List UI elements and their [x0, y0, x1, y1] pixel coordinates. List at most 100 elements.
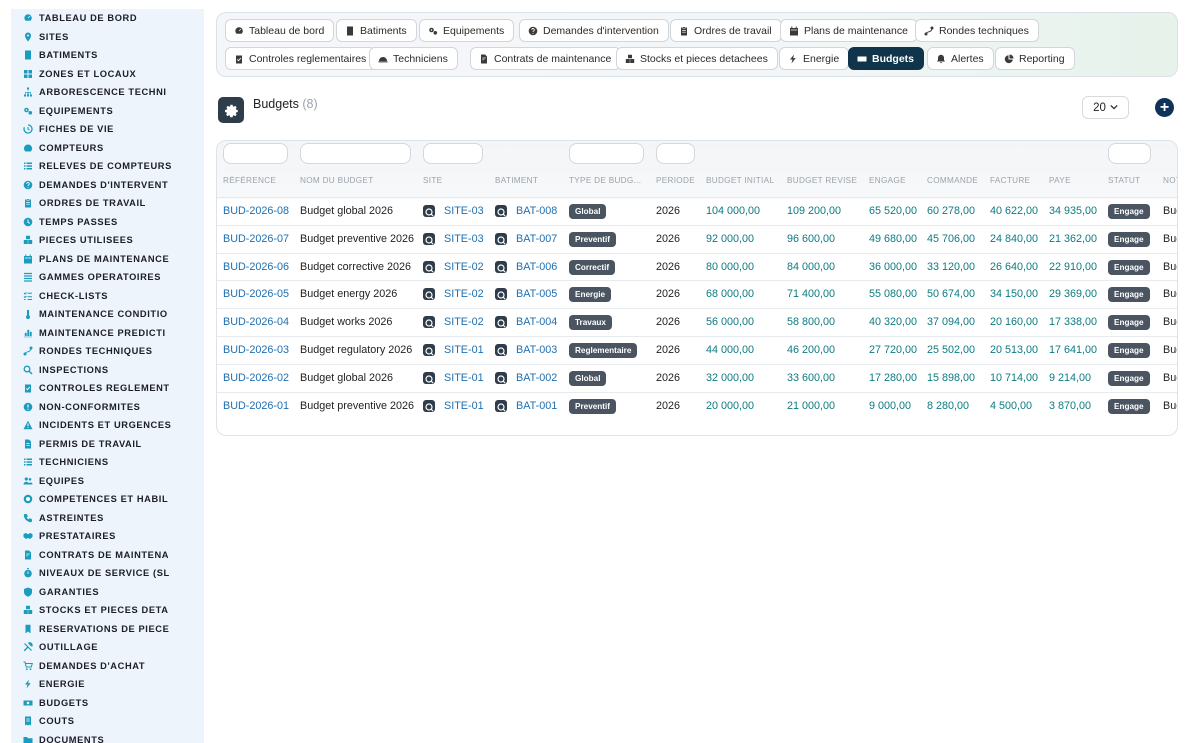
sidebar-item-demandes-d-intervent[interactable]: DEMANDES D'INTERVENT [11, 176, 204, 195]
sidebar-item-budgets[interactable]: BUDGETS [11, 694, 204, 713]
column-header[interactable]: FACTURE [990, 176, 1030, 185]
budget-reference-link[interactable]: BUD-2026-01 [223, 400, 289, 412]
table-row[interactable]: BUD-2026-02 Budget global 2026 SITE-01 BAT-… [217, 363, 1177, 392]
column-header[interactable]: PERIODE [656, 176, 695, 185]
column-header[interactable]: NOM DU BUDGET [300, 176, 374, 185]
sidebar-item-pieces-utilisees[interactable]: PIECES UTILISEES [11, 231, 204, 250]
column-header[interactable]: COMMANDE [927, 176, 978, 185]
sidebar-item-contrats-de-maintena[interactable]: CONTRATS DE MAINTENA [11, 546, 204, 565]
tab-demandes-d-intervention[interactable]: Demandes d'intervention [519, 19, 669, 42]
building-link[interactable]: BAT-007 [516, 233, 557, 245]
building-link[interactable]: BAT-004 [516, 316, 557, 328]
budget-reference-link[interactable]: BUD-2026-07 [223, 233, 289, 245]
sidebar-item-releves-de-compteurs[interactable]: RELEVES DE COMPTEURS [11, 157, 204, 176]
site-link[interactable]: SITE-01 [444, 344, 484, 356]
sidebar-item-inspections[interactable]: INSPECTIONS [11, 361, 204, 380]
sidebar-item-ordres-de-travail[interactable]: ORDRES DE TRAVAIL [11, 194, 204, 213]
table-row[interactable]: BUD-2026-05 Budget energy 2026 SITE-02 BAT-… [217, 280, 1177, 308]
column-header[interactable]: PAYE [1049, 176, 1071, 185]
site-link[interactable]: SITE-01 [444, 372, 484, 384]
tab-rondes-techniques[interactable]: Rondes techniques [915, 19, 1039, 42]
filter-type-input[interactable] [569, 143, 644, 164]
per-page-select[interactable]: 20 [1082, 96, 1129, 119]
sidebar-item-compteurs[interactable]: COMPTEURS [11, 139, 204, 158]
tab-plans-de-maintenance[interactable]: Plans de maintenance [780, 19, 918, 42]
site-link[interactable]: SITE-02 [444, 288, 484, 300]
sidebar-item-reservations-de-piece[interactable]: RESERVATIONS DE PIECE [11, 620, 204, 639]
budget-reference-link[interactable]: BUD-2026-02 [223, 372, 289, 384]
table-row[interactable]: BUD-2026-06 Budget corrective 2026 SITE-02… [217, 252, 1177, 281]
building-link[interactable]: BAT-003 [516, 344, 557, 356]
tab-controles-reglementaires[interactable]: Controles reglementaires [225, 47, 377, 70]
sidebar-item-competences-et-habil[interactable]: COMPETENCES ET HABIL [11, 490, 204, 509]
sidebar-item-couts[interactable]: COUTS [11, 712, 204, 731]
sidebar-item-temps-passes[interactable]: TEMPS PASSES [11, 213, 204, 232]
sidebar-item-fiches-de-vie[interactable]: FICHES DE VIE [11, 120, 204, 139]
budget-reference-link[interactable]: BUD-2026-06 [223, 261, 289, 273]
sidebar-item-astreintes[interactable]: ASTREINTES [11, 509, 204, 528]
table-row[interactable]: BUD-2026-01 Budget preventive 2026 SITE-01… [217, 391, 1177, 420]
column-header[interactable]: TYPE DE BUDG... [569, 176, 645, 185]
tab-reporting[interactable]: Reporting [995, 47, 1075, 70]
sidebar-item-check-lists[interactable]: CHECK-LISTS [11, 287, 204, 306]
filter-site-input[interactable] [423, 143, 483, 164]
filter-reference-input[interactable] [223, 143, 288, 164]
tab-energie[interactable]: Energie [779, 47, 850, 70]
column-header[interactable]: ENGAGE [869, 176, 906, 185]
sidebar-item-demandes-d-achat[interactable]: DEMANDES D'ACHAT [11, 657, 204, 676]
column-header[interactable]: NOT [1163, 176, 1177, 185]
filter-period-input[interactable] [656, 143, 695, 164]
tab-ordres-de-travail[interactable]: Ordres de travail [670, 19, 782, 42]
column-header[interactable]: SITE [423, 176, 442, 185]
tab-tableau-de-bord[interactable]: Tableau de bord [225, 19, 335, 42]
building-link[interactable]: BAT-008 [516, 205, 557, 217]
sidebar-item-sites[interactable]: SITES [11, 28, 204, 47]
sidebar-item-permis-de-travail[interactable]: PERMIS DE TRAVAIL [11, 435, 204, 454]
budget-reference-link[interactable]: BUD-2026-04 [223, 316, 289, 328]
tab-contrats-de-maintenance[interactable]: Contrats de maintenance [470, 47, 622, 70]
building-link[interactable]: BAT-002 [516, 372, 557, 384]
sidebar-item-plans-de-maintenance[interactable]: PLANS DE MAINTENANCE [11, 250, 204, 269]
budget-reference-link[interactable]: BUD-2026-05 [223, 288, 289, 300]
sidebar-item-equipes[interactable]: EQUIPES [11, 472, 204, 491]
column-header[interactable]: BATIMENT [495, 176, 538, 185]
sidebar-item-outillage[interactable]: OUTILLAGE [11, 638, 204, 657]
column-header[interactable]: RÉFÉRENCE [223, 176, 276, 185]
column-header[interactable]: STATUT [1108, 176, 1140, 185]
budget-reference-link[interactable]: BUD-2026-03 [223, 344, 289, 356]
table-row[interactable]: BUD-2026-07 Budget preventive 2026 SITE-03… [217, 224, 1177, 253]
sidebar-item-niveaux-de-service-sl[interactable]: NIVEAUX DE SERVICE (SL [11, 564, 204, 583]
sidebar-item-arborescence-techni[interactable]: ARBORESCENCE TECHNI [11, 83, 204, 102]
column-header[interactable]: BUDGET REVISE [787, 176, 857, 185]
sidebar-item-maintenance-predicti[interactable]: MAINTENANCE PREDICTI [11, 324, 204, 343]
tab-alertes[interactable]: Alertes [927, 47, 994, 70]
site-link[interactable]: SITE-02 [444, 316, 484, 328]
tab-equipements[interactable]: Equipements [419, 19, 515, 42]
sidebar-item-batiments[interactable]: BATIMENTS [11, 46, 204, 65]
site-link[interactable]: SITE-03 [444, 233, 484, 245]
table-row[interactable]: BUD-2026-04 Budget works 2026 SITE-02 BAT-0… [217, 308, 1177, 336]
site-link[interactable]: SITE-01 [444, 400, 484, 412]
sidebar-item-techniciens[interactable]: TECHNICIENS [11, 453, 204, 472]
sidebar-item-gammes-operatoires[interactable]: GAMMES OPERATOIRES [11, 268, 204, 287]
tab-batiments[interactable]: Batiments [336, 19, 417, 42]
sidebar-item-maintenance-conditio[interactable]: MAINTENANCE CONDITIO [11, 305, 204, 324]
column-header[interactable]: BUDGET INITIAL [706, 176, 774, 185]
sidebar-item-zones-et-locaux[interactable]: ZONES ET LOCAUX [11, 65, 204, 84]
sidebar-item-garanties[interactable]: GARANTIES [11, 583, 204, 602]
add-budget-button[interactable]: + [1155, 98, 1174, 117]
budget-reference-link[interactable]: BUD-2026-08 [223, 205, 289, 217]
sidebar-item-tableau-de-bord[interactable]: TABLEAU DE BORD [11, 9, 204, 28]
sidebar-item-rondes-techniques[interactable]: RONDES TECHNIQUES [11, 342, 204, 361]
sidebar-item-non-conformites[interactable]: NON-CONFORMITES [11, 398, 204, 417]
site-link[interactable]: SITE-02 [444, 261, 484, 273]
sidebar-item-documents[interactable]: DOCUMENTS [11, 731, 204, 743]
sidebar-item-equipements[interactable]: EQUIPEMENTS [11, 102, 204, 121]
site-link[interactable]: SITE-03 [444, 205, 484, 217]
sidebar-item-energie[interactable]: ENERGIE [11, 675, 204, 694]
tab-techniciens[interactable]: Techniciens [369, 47, 458, 70]
filter-status-input[interactable] [1108, 143, 1151, 164]
filter-name-input[interactable] [300, 143, 411, 164]
sidebar-item-stocks-et-pieces-deta[interactable]: STOCKS ET PIECES DETA [11, 601, 204, 620]
building-link[interactable]: BAT-006 [516, 261, 557, 273]
